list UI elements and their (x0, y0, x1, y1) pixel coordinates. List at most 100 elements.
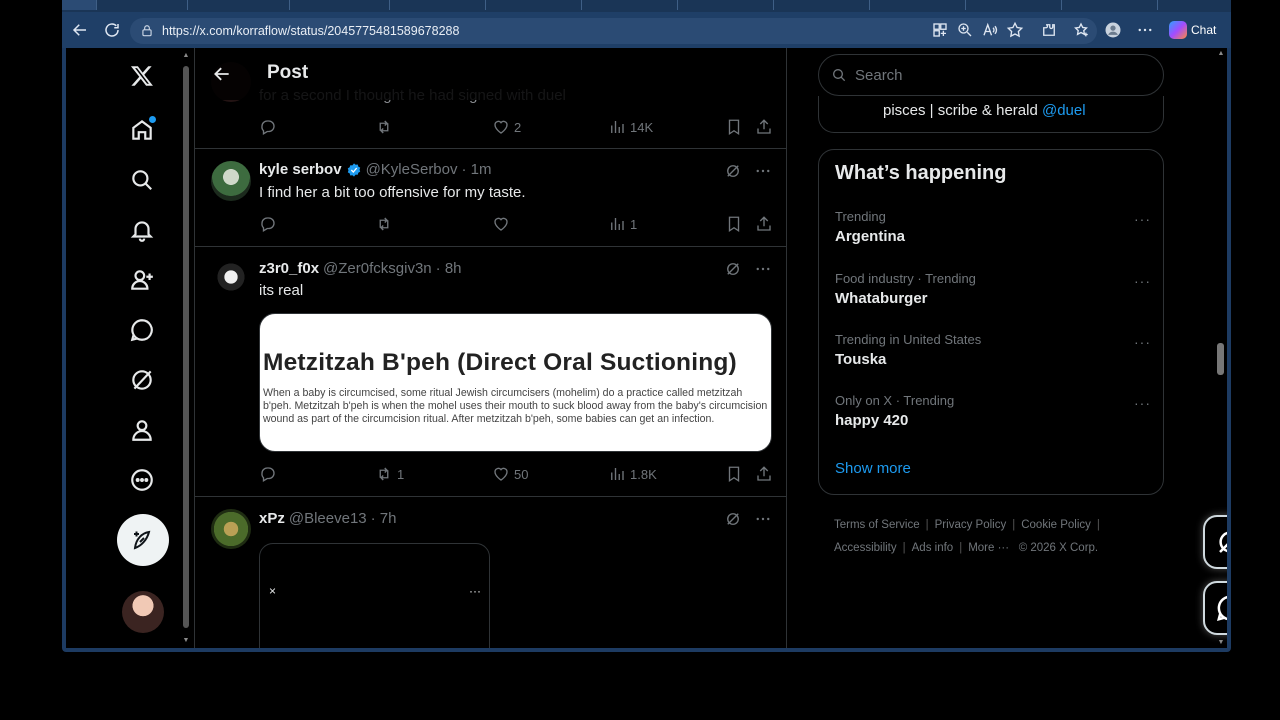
bookmark-icon[interactable] (725, 215, 743, 233)
more-horizontal-icon[interactable] (754, 260, 772, 278)
grok-chat-icon[interactable] (128, 316, 156, 344)
trend-more-icon[interactable]: ··· (1134, 273, 1151, 289)
profile-avatar-icon[interactable] (1101, 18, 1125, 42)
browser-tab[interactable] (1066, 0, 1158, 10)
browser-tab[interactable] (192, 0, 290, 10)
browser-tab[interactable] (682, 0, 774, 10)
trend-item[interactable]: Trending Argentina ··· (835, 209, 1151, 259)
user-handle[interactable]: @Zer0fcksgiv3n (323, 260, 432, 277)
more-horizontal-icon[interactable] (754, 510, 772, 528)
retweet-icon[interactable] (375, 215, 393, 233)
grok-icon[interactable] (724, 510, 742, 528)
back-button[interactable] (209, 61, 235, 87)
avatar[interactable] (211, 509, 251, 549)
more-link[interactable]: More ··· (968, 542, 1009, 554)
browser-tab[interactable] (586, 0, 678, 10)
share-icon[interactable] (755, 465, 773, 483)
account-avatar[interactable] (122, 591, 164, 633)
avatar[interactable] (211, 161, 251, 201)
scroll-up-arrow-icon[interactable]: ▲ (1217, 50, 1225, 57)
user-handle[interactable]: @KyleSerbov (366, 161, 458, 178)
terms-link[interactable]: Terms of Service (834, 519, 920, 531)
browser-tab[interactable] (970, 0, 1062, 10)
right-scrollbar[interactable]: ▲ ▼ (1215, 48, 1225, 648)
favorite-star-icon[interactable] (1003, 18, 1027, 42)
tweet[interactable]: xPz @Bleeve13 · 7h × ··· (195, 497, 786, 648)
like-button[interactable]: 50 (492, 465, 528, 483)
follow-person-icon[interactable] (128, 266, 156, 294)
image-card[interactable]: Metzitzah B'peh (Direct Oral Suctioning)… (259, 313, 772, 452)
refresh-icon[interactable] (100, 18, 124, 42)
tweet[interactable]: z3r0_f0x @Zer0fcksgiv3n · 8h its real Me… (195, 247, 786, 497)
bio-mention-link[interactable]: @duel (1042, 102, 1086, 119)
trend-item[interactable]: Trending in United States Touska ··· (835, 332, 1151, 382)
share-icon[interactable] (755, 118, 773, 136)
browser-tab[interactable] (294, 0, 390, 10)
scroll-down-arrow-icon[interactable]: ▼ (1217, 639, 1225, 646)
browser-tab[interactable] (490, 0, 582, 10)
site-info-icon[interactable] (140, 24, 154, 38)
trend-more-icon[interactable]: ··· (1134, 395, 1151, 411)
apps-icon[interactable] (928, 18, 952, 42)
grok-icon[interactable] (128, 366, 156, 394)
display-name[interactable]: xPz (259, 510, 285, 527)
embedded-media[interactable]: × ··· (259, 543, 490, 648)
retweet-button[interactable]: 1 (375, 465, 404, 483)
zoom-icon[interactable] (953, 18, 977, 42)
display-name[interactable]: z3r0_f0x (259, 260, 319, 277)
collections-icon[interactable] (1069, 18, 1093, 42)
privacy-link[interactable]: Privacy Policy (935, 519, 1007, 531)
trend-item[interactable]: Food industry · Trending Whataburger ··· (835, 271, 1151, 321)
x-logo-icon[interactable] (128, 62, 156, 90)
read-aloud-icon[interactable] (978, 18, 1002, 42)
browser-tab[interactable] (102, 0, 188, 10)
extensions-icon[interactable] (1037, 18, 1061, 42)
copilot-chat-button[interactable]: Chat (1165, 18, 1220, 42)
close-icon[interactable]: × (269, 584, 276, 598)
profile-icon[interactable] (128, 416, 156, 444)
avatar[interactable] (211, 259, 251, 299)
browser-tab[interactable] (874, 0, 966, 10)
more-options-icon[interactable] (1133, 18, 1157, 42)
compose-post-button[interactable] (117, 514, 169, 566)
scrollbar-thumb[interactable] (1217, 343, 1224, 375)
views-button[interactable]: 1 (608, 215, 637, 233)
back-arrow-icon[interactable] (68, 18, 92, 42)
trend-more-icon[interactable]: ··· (1134, 334, 1151, 350)
notifications-bell-icon[interactable] (128, 216, 156, 244)
reply-icon[interactable] (259, 465, 277, 483)
grok-icon[interactable] (724, 162, 742, 180)
reply-icon[interactable] (259, 118, 277, 136)
retweet-icon[interactable] (375, 118, 393, 136)
scrollbar-thumb[interactable] (183, 66, 189, 628)
timestamp[interactable]: · 7h (371, 510, 397, 527)
left-scrollbar[interactable]: ▲ ▼ (182, 52, 190, 644)
views-button[interactable]: 1.8K (608, 465, 657, 483)
views-button[interactable]: 14K (608, 118, 653, 136)
search-input[interactable]: Search (818, 54, 1164, 96)
grok-icon[interactable] (724, 260, 742, 278)
browser-tab[interactable] (62, 0, 97, 10)
cookie-link[interactable]: Cookie Policy (1021, 519, 1091, 531)
reply-icon[interactable] (259, 215, 277, 233)
browser-tab[interactable] (394, 0, 486, 10)
heart-icon[interactable] (492, 215, 510, 233)
display-name[interactable]: kyle serbov (259, 161, 342, 178)
tweet[interactable]: kyle serbov @KyleSerbov · 1m I find her … (195, 149, 786, 247)
more-circle-icon[interactable] (128, 466, 156, 494)
trend-more-icon[interactable]: ··· (1134, 211, 1151, 227)
trend-item[interactable]: Only on X · Trending happy 420 ··· (835, 393, 1151, 443)
search-icon[interactable] (128, 166, 156, 194)
bookmark-icon[interactable] (725, 465, 743, 483)
accessibility-link[interactable]: Accessibility (834, 542, 897, 554)
media-more-icon[interactable]: ··· (469, 584, 481, 598)
share-icon[interactable] (755, 215, 773, 233)
show-more-link[interactable]: Show more (835, 460, 911, 477)
user-handle[interactable]: @Bleeve13 (289, 510, 367, 527)
scroll-down-arrow-icon[interactable]: ▼ (182, 637, 190, 644)
timestamp[interactable]: · 8h (436, 260, 462, 277)
timestamp[interactable]: · 1m (462, 161, 492, 178)
ads-info-link[interactable]: Ads info (912, 542, 954, 554)
bookmark-icon[interactable] (725, 118, 743, 136)
scroll-up-arrow-icon[interactable]: ▲ (182, 52, 190, 59)
